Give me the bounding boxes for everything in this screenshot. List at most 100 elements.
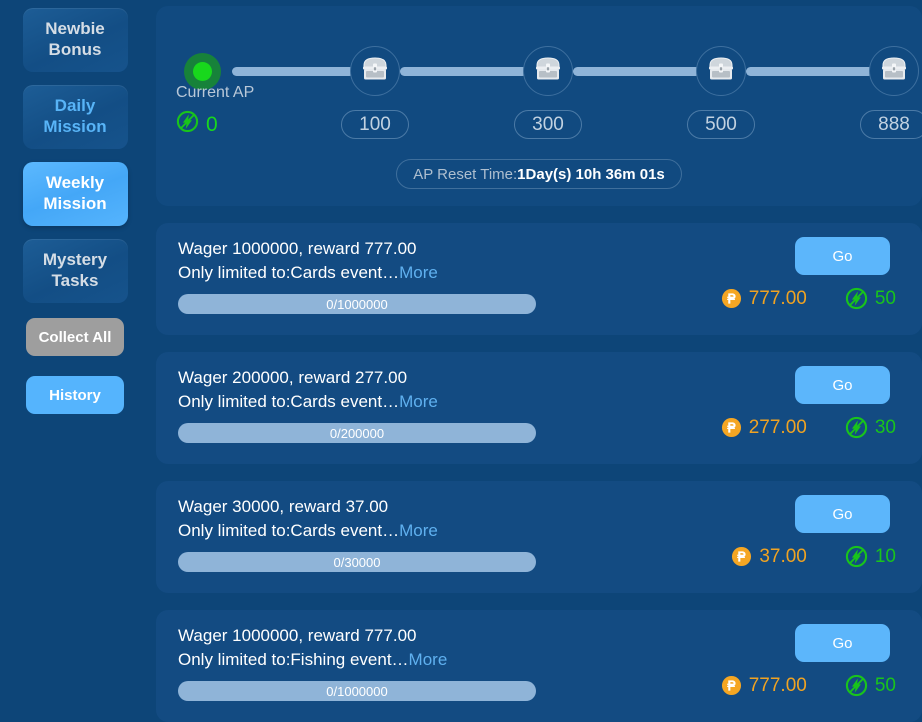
collect-all-button[interactable]: Collect All xyxy=(26,318,124,356)
mission-ap-amount: 50 xyxy=(874,287,896,309)
peso-coin-icon xyxy=(721,288,742,309)
ap-lightning-icon xyxy=(176,110,199,139)
ap-milestone-value: 100 xyxy=(341,110,409,139)
mission-progress-bar: 0/200000 xyxy=(178,423,536,444)
mission-ap-reward: 30 xyxy=(845,416,896,439)
mission-more-link[interactable]: More xyxy=(399,263,438,282)
mission-actions: Go 277.00 30 xyxy=(634,366,904,452)
ap-track-segment xyxy=(573,67,700,76)
ap-milestone-number: 888 xyxy=(878,113,910,135)
mission-ap-reward: 50 xyxy=(845,287,896,310)
mission-rewards: 37.00 10 xyxy=(731,545,896,568)
mission-progress-text: 0/200000 xyxy=(329,425,385,441)
mission-progress-bar: 0/30000 xyxy=(178,552,536,573)
mission-go-button[interactable]: Go xyxy=(795,624,890,662)
mission-progress-text: 0/30000 xyxy=(333,554,381,570)
ap-milestone-chest[interactable] xyxy=(696,46,746,96)
mission-coin-reward: 777.00 xyxy=(721,675,807,697)
treasure-chest-icon xyxy=(706,56,736,87)
mission-list: Wager 1000000, reward 777.00 Only limite… xyxy=(156,223,922,722)
peso-coin-icon xyxy=(721,417,742,438)
ap-milestone-value: 300 xyxy=(514,110,582,139)
history-label: History xyxy=(49,386,101,404)
sidebar-tab-daily-mission[interactable]: Daily Mission xyxy=(22,85,128,149)
ap-milestone-number: 500 xyxy=(705,113,737,135)
ap-milestone-chest[interactable] xyxy=(523,46,573,96)
sidebar-tab-weekly-mission[interactable]: Weekly Mission xyxy=(22,162,128,226)
ap-lightning-icon xyxy=(845,416,868,439)
mission-go-button[interactable]: Go xyxy=(795,366,890,404)
current-ap-label: Current AP xyxy=(176,84,255,101)
ap-milestone-track xyxy=(184,46,919,96)
ap-reset-time: AP Reset Time: 1Day(s) 10h 36m 01s xyxy=(156,159,922,189)
mission-more-link[interactable]: More xyxy=(409,650,448,669)
mission-coin-reward: 277.00 xyxy=(721,417,807,439)
history-button[interactable]: History xyxy=(26,376,124,414)
mission-coin-reward: 777.00 xyxy=(721,288,807,310)
ap-track-segment xyxy=(400,67,527,76)
ap-progress-panel: Current AP 0 AP Reset Time: 1Day(s) 10h 3… xyxy=(156,6,922,206)
mission-coin-amount: 277.00 xyxy=(748,416,807,438)
mission-card: Wager 1000000, reward 777.00 Only limite… xyxy=(156,223,922,335)
mission-ap-reward: 10 xyxy=(845,545,896,568)
ap-milestone-chest[interactable] xyxy=(350,46,400,96)
mission-more-link[interactable]: More xyxy=(399,392,438,411)
mission-card: Wager 30000, reward 37.00 Only limited t… xyxy=(156,481,922,593)
mission-coin-amount: 777.00 xyxy=(748,287,807,309)
ap-milestone-number: 100 xyxy=(359,113,391,135)
mission-rewards: 777.00 50 xyxy=(721,674,896,697)
mission-ap-amount: 50 xyxy=(874,674,896,696)
peso-coin-icon xyxy=(721,675,742,696)
mission-coin-amount: 777.00 xyxy=(748,674,807,696)
main-content: Current AP 0 AP Reset Time: 1Day(s) 10h 3… xyxy=(150,0,922,722)
mission-go-label: Go xyxy=(832,505,853,523)
ap-track-segment xyxy=(746,67,873,76)
ap-milestone-value: 888 xyxy=(860,110,922,139)
peso-coin-icon xyxy=(731,546,752,567)
mission-go-button[interactable]: Go xyxy=(795,237,890,275)
mission-progress-bar: 0/1000000 xyxy=(178,681,536,702)
sidebar-tab-mystery-tasks[interactable]: Mystery Tasks xyxy=(22,239,128,303)
mission-progress-bar: 0/1000000 xyxy=(178,294,536,315)
sidebar-tab-line2: Mission xyxy=(43,117,107,136)
mission-card: Wager 200000, reward 277.00 Only limited… xyxy=(156,352,922,464)
current-ap-value: 0 xyxy=(176,110,218,139)
sidebar-tab-newbie-bonus[interactable]: Newbie Bonus xyxy=(22,8,128,72)
current-ap-number: 0 xyxy=(206,112,218,136)
treasure-chest-icon xyxy=(879,56,909,87)
sidebar-tab-line1: Daily xyxy=(54,96,96,116)
ap-track-segment xyxy=(232,67,354,76)
sidebar-tab-line1: Mystery xyxy=(42,250,108,270)
mission-card: Wager 1000000, reward 777.00 Only limite… xyxy=(156,610,922,722)
treasure-chest-icon xyxy=(360,56,390,87)
mission-rewards: 277.00 30 xyxy=(721,416,896,439)
sidebar-tab-line2: Tasks xyxy=(51,271,99,290)
sidebar: Newbie Bonus Daily Mission Weekly Mission Myst… xyxy=(0,0,150,722)
ap-reset-prefix: AP Reset Time: xyxy=(413,165,518,183)
mission-progress-text: 0/1000000 xyxy=(326,296,388,312)
sidebar-tab-line2: Bonus xyxy=(48,40,102,59)
mission-ap-amount: 30 xyxy=(874,416,896,438)
sidebar-tab-line2: Mission xyxy=(43,194,107,213)
mission-actions: Go 777.00 50 xyxy=(634,624,904,710)
mission-coin-reward: 37.00 xyxy=(731,546,807,568)
mission-go-button[interactable]: Go xyxy=(795,495,890,533)
collect-all-label: Collect All xyxy=(38,328,112,346)
mission-progress-text: 0/1000000 xyxy=(326,683,388,699)
mission-go-label: Go xyxy=(832,634,853,652)
sidebar-tab-line1: Weekly xyxy=(45,173,105,193)
mission-actions: Go 37.00 10 xyxy=(634,495,904,581)
sidebar-tab-line1: Newbie xyxy=(45,19,105,39)
mission-ap-amount: 10 xyxy=(874,545,896,567)
mission-coin-amount: 37.00 xyxy=(759,545,807,567)
mission-more-link[interactable]: More xyxy=(399,521,438,540)
mission-actions: Go 777.00 50 xyxy=(634,237,904,323)
ap-lightning-icon xyxy=(845,674,868,697)
ap-milestone-value: 500 xyxy=(687,110,755,139)
mission-ap-reward: 50 xyxy=(845,674,896,697)
mission-go-label: Go xyxy=(832,376,853,394)
ap-milestone-chest[interactable] xyxy=(869,46,919,96)
ap-lightning-icon xyxy=(845,287,868,310)
ap-reset-value: 1Day(s) 10h 36m 01s xyxy=(517,165,665,183)
ap-lightning-icon xyxy=(845,545,868,568)
